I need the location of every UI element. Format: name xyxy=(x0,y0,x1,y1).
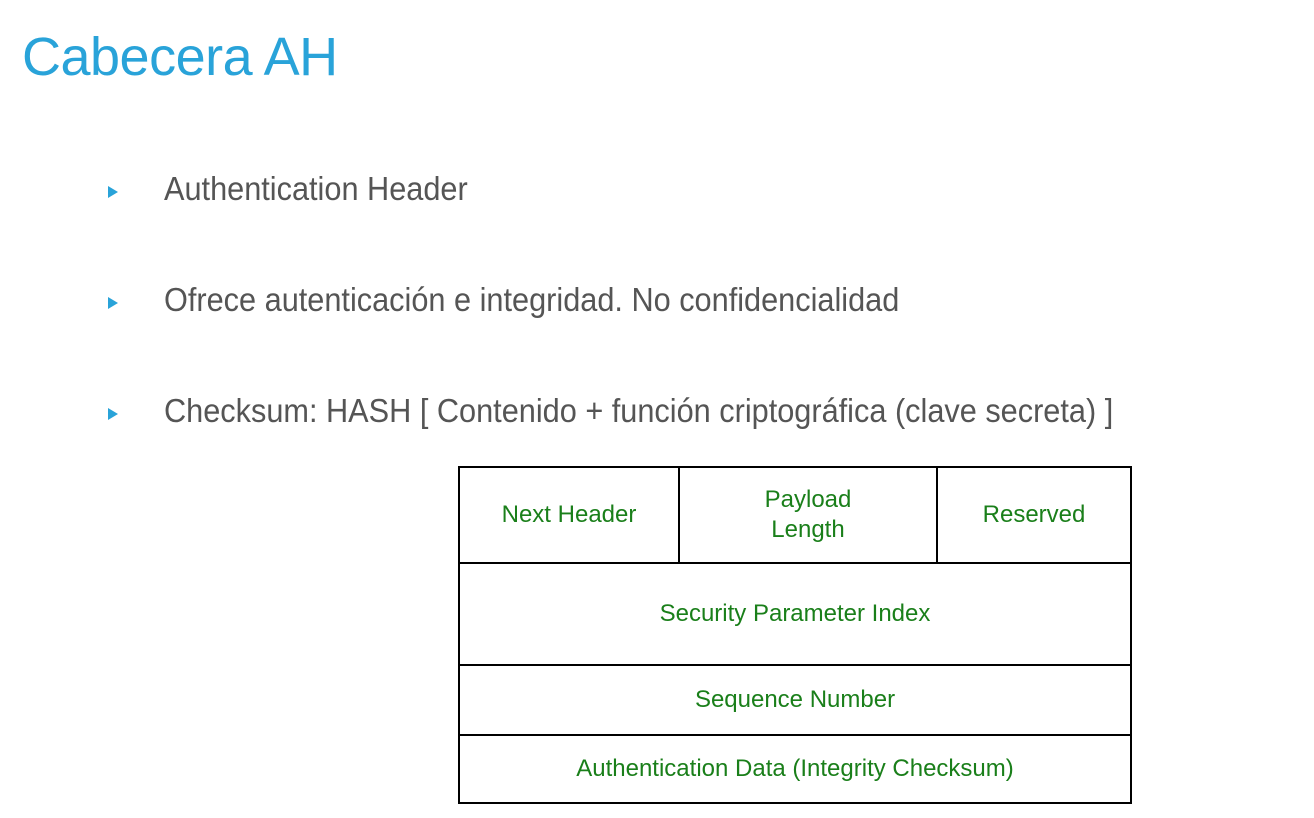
bullet-item: Checksum: HASH [ Contenido + función cri… xyxy=(108,382,1185,440)
bullet-text: Checksum: HASH [ Contenido + función cri… xyxy=(164,392,1114,429)
ah-header-diagram: Next Header Payload Length Reserved Secu… xyxy=(458,466,1132,804)
bullet-text: Ofrece autenticación e integridad. No co… xyxy=(164,281,900,318)
authentication-data-field: Authentication Data (Integrity Checksum) xyxy=(576,755,1014,782)
sequence-number-field: Sequence Number xyxy=(694,686,896,713)
ah-row-spi: Security Parameter Index xyxy=(460,564,1130,666)
slide-title: Cabecera AH xyxy=(22,27,338,87)
bullet-item: Ofrece autenticación e integridad. No co… xyxy=(108,271,1185,329)
ah-row-sequence: Sequence Number xyxy=(460,666,1130,736)
bullet-text: Authentication Header xyxy=(164,170,468,207)
payload-length-field: Payload Length xyxy=(680,468,938,562)
triangle-bullet-icon xyxy=(108,297,118,309)
next-header-field: Next Header xyxy=(460,468,680,562)
triangle-bullet-icon xyxy=(108,186,118,198)
security-parameter-index-field: Security Parameter Index xyxy=(659,600,931,627)
bullet-list: Authentication Header Ofrece autenticaci… xyxy=(108,160,1185,493)
reserved-field: Reserved xyxy=(982,501,1086,528)
ah-row-auth-data: Authentication Data (Integrity Checksum) xyxy=(460,736,1130,802)
bullet-item: Authentication Header xyxy=(108,160,1185,218)
triangle-bullet-icon xyxy=(108,408,118,420)
ah-row-first-word: Next Header Payload Length Reserved xyxy=(460,468,1130,564)
